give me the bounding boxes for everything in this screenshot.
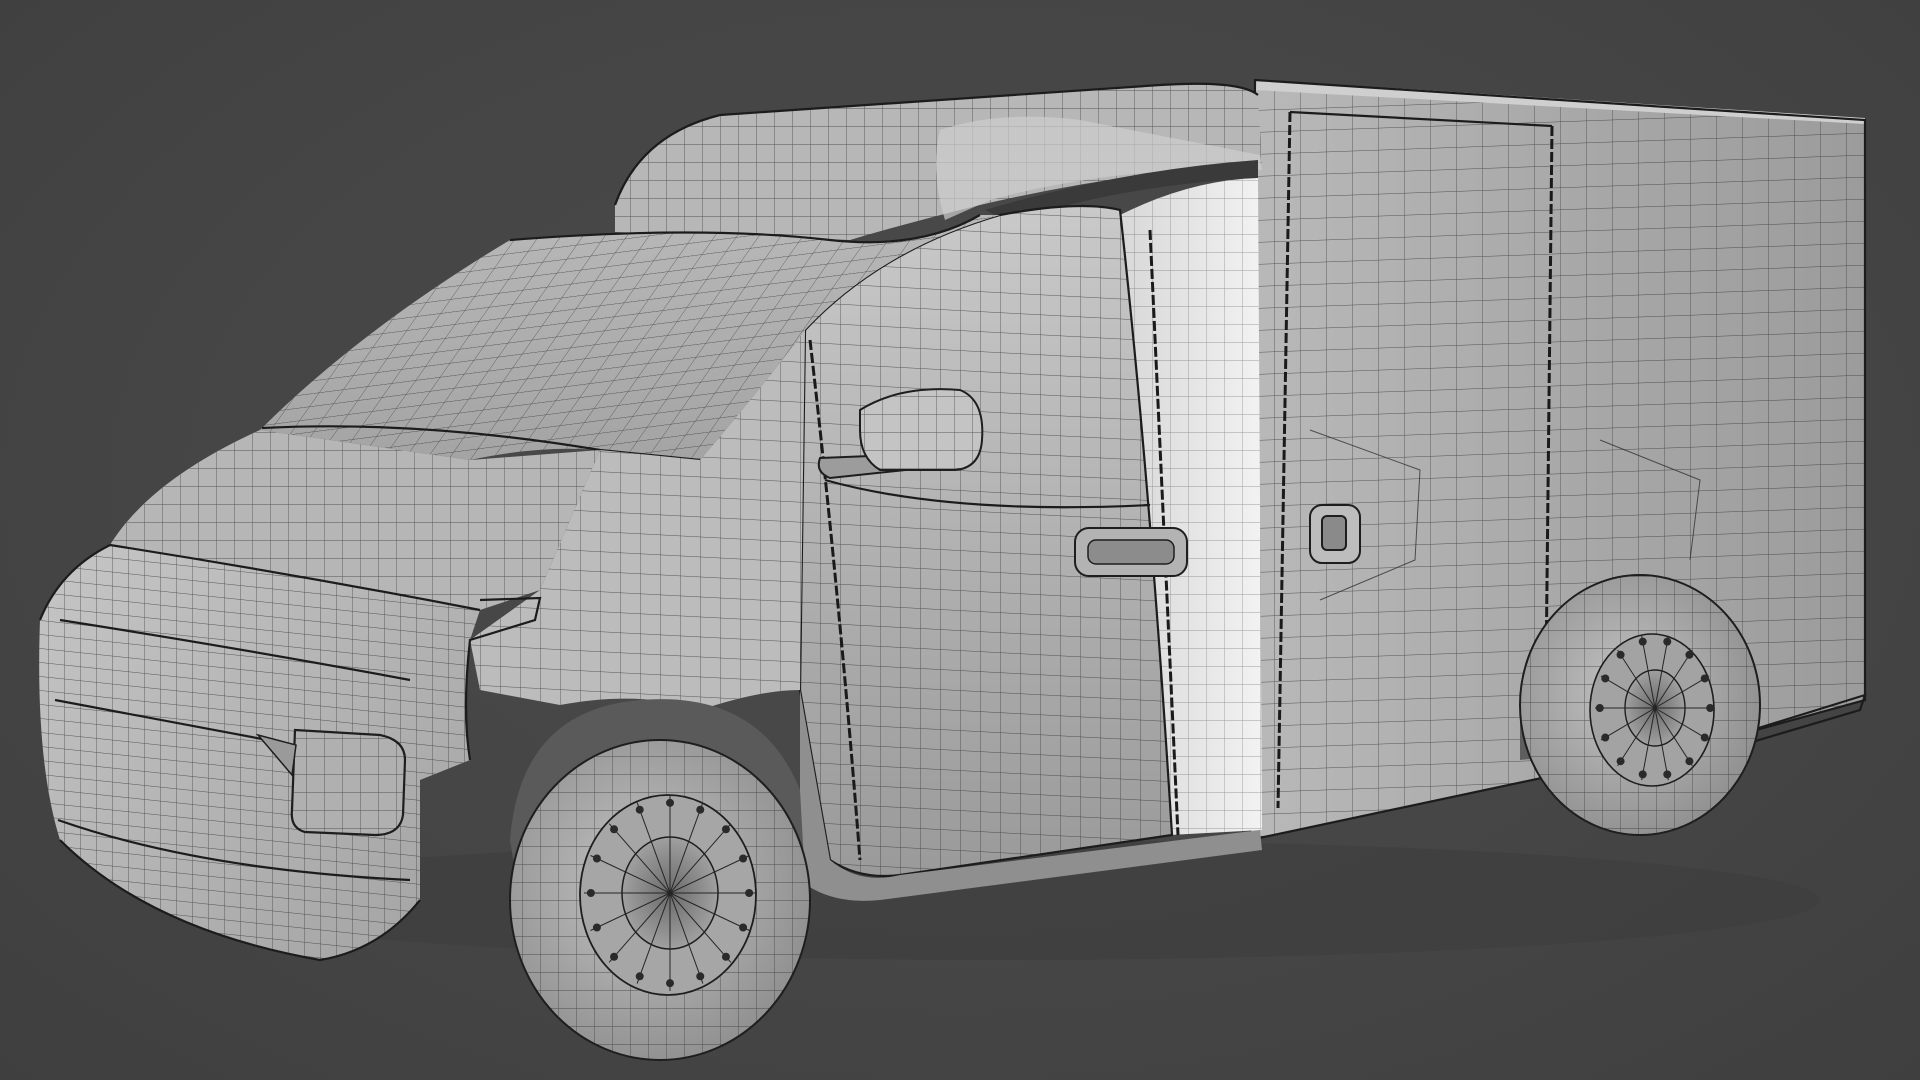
rim-bolt (610, 952, 619, 961)
rim-bolt (666, 979, 674, 988)
rim-bolt (1700, 674, 1709, 683)
rim-bolt (739, 923, 748, 932)
van-wireframe-render[interactable] (0, 0, 1920, 1080)
headlight-wire (291, 730, 405, 835)
rim-bolt (1685, 650, 1694, 659)
rim-bolt (1663, 770, 1672, 779)
rim-bolt (1595, 704, 1604, 712)
side-mirror-wire (860, 389, 983, 470)
rim-bolt (610, 825, 619, 834)
rim-bolt (696, 972, 705, 981)
rim-bolt (721, 825, 730, 834)
3d-viewport[interactable] (0, 0, 1920, 1080)
front-fascia-wire (39, 545, 481, 960)
rim-bolt (1638, 770, 1647, 779)
rim-bolt (1601, 733, 1610, 742)
rim-bolt (586, 889, 595, 897)
rim-bolt (635, 805, 644, 814)
rim-bolt (1663, 637, 1672, 646)
rim-bolt (635, 972, 644, 981)
rim-bolt (1616, 757, 1625, 766)
rim-bolt (1700, 733, 1709, 742)
rim-bolt (666, 798, 674, 807)
rim-bolt (696, 805, 705, 814)
rim-bolt (1616, 650, 1625, 659)
front-wheel[interactable] (509, 739, 811, 1061)
door-handle-recess (1087, 539, 1175, 565)
cab-side[interactable] (798, 204, 1188, 878)
rim-bolt (1638, 637, 1647, 646)
rim-bolt (1601, 674, 1610, 683)
rim-bolt (592, 923, 601, 932)
rim-bolt (1685, 757, 1694, 766)
rim-bolt (721, 952, 730, 961)
cargo-latch-handle (1321, 515, 1347, 551)
rear-wheel[interactable] (1519, 574, 1761, 836)
rim-bolt (1706, 704, 1715, 712)
rim-bolt (745, 889, 754, 897)
front-rim-spokes (584, 795, 756, 991)
rim-bolt (739, 854, 748, 863)
rim-bolt (592, 854, 601, 863)
